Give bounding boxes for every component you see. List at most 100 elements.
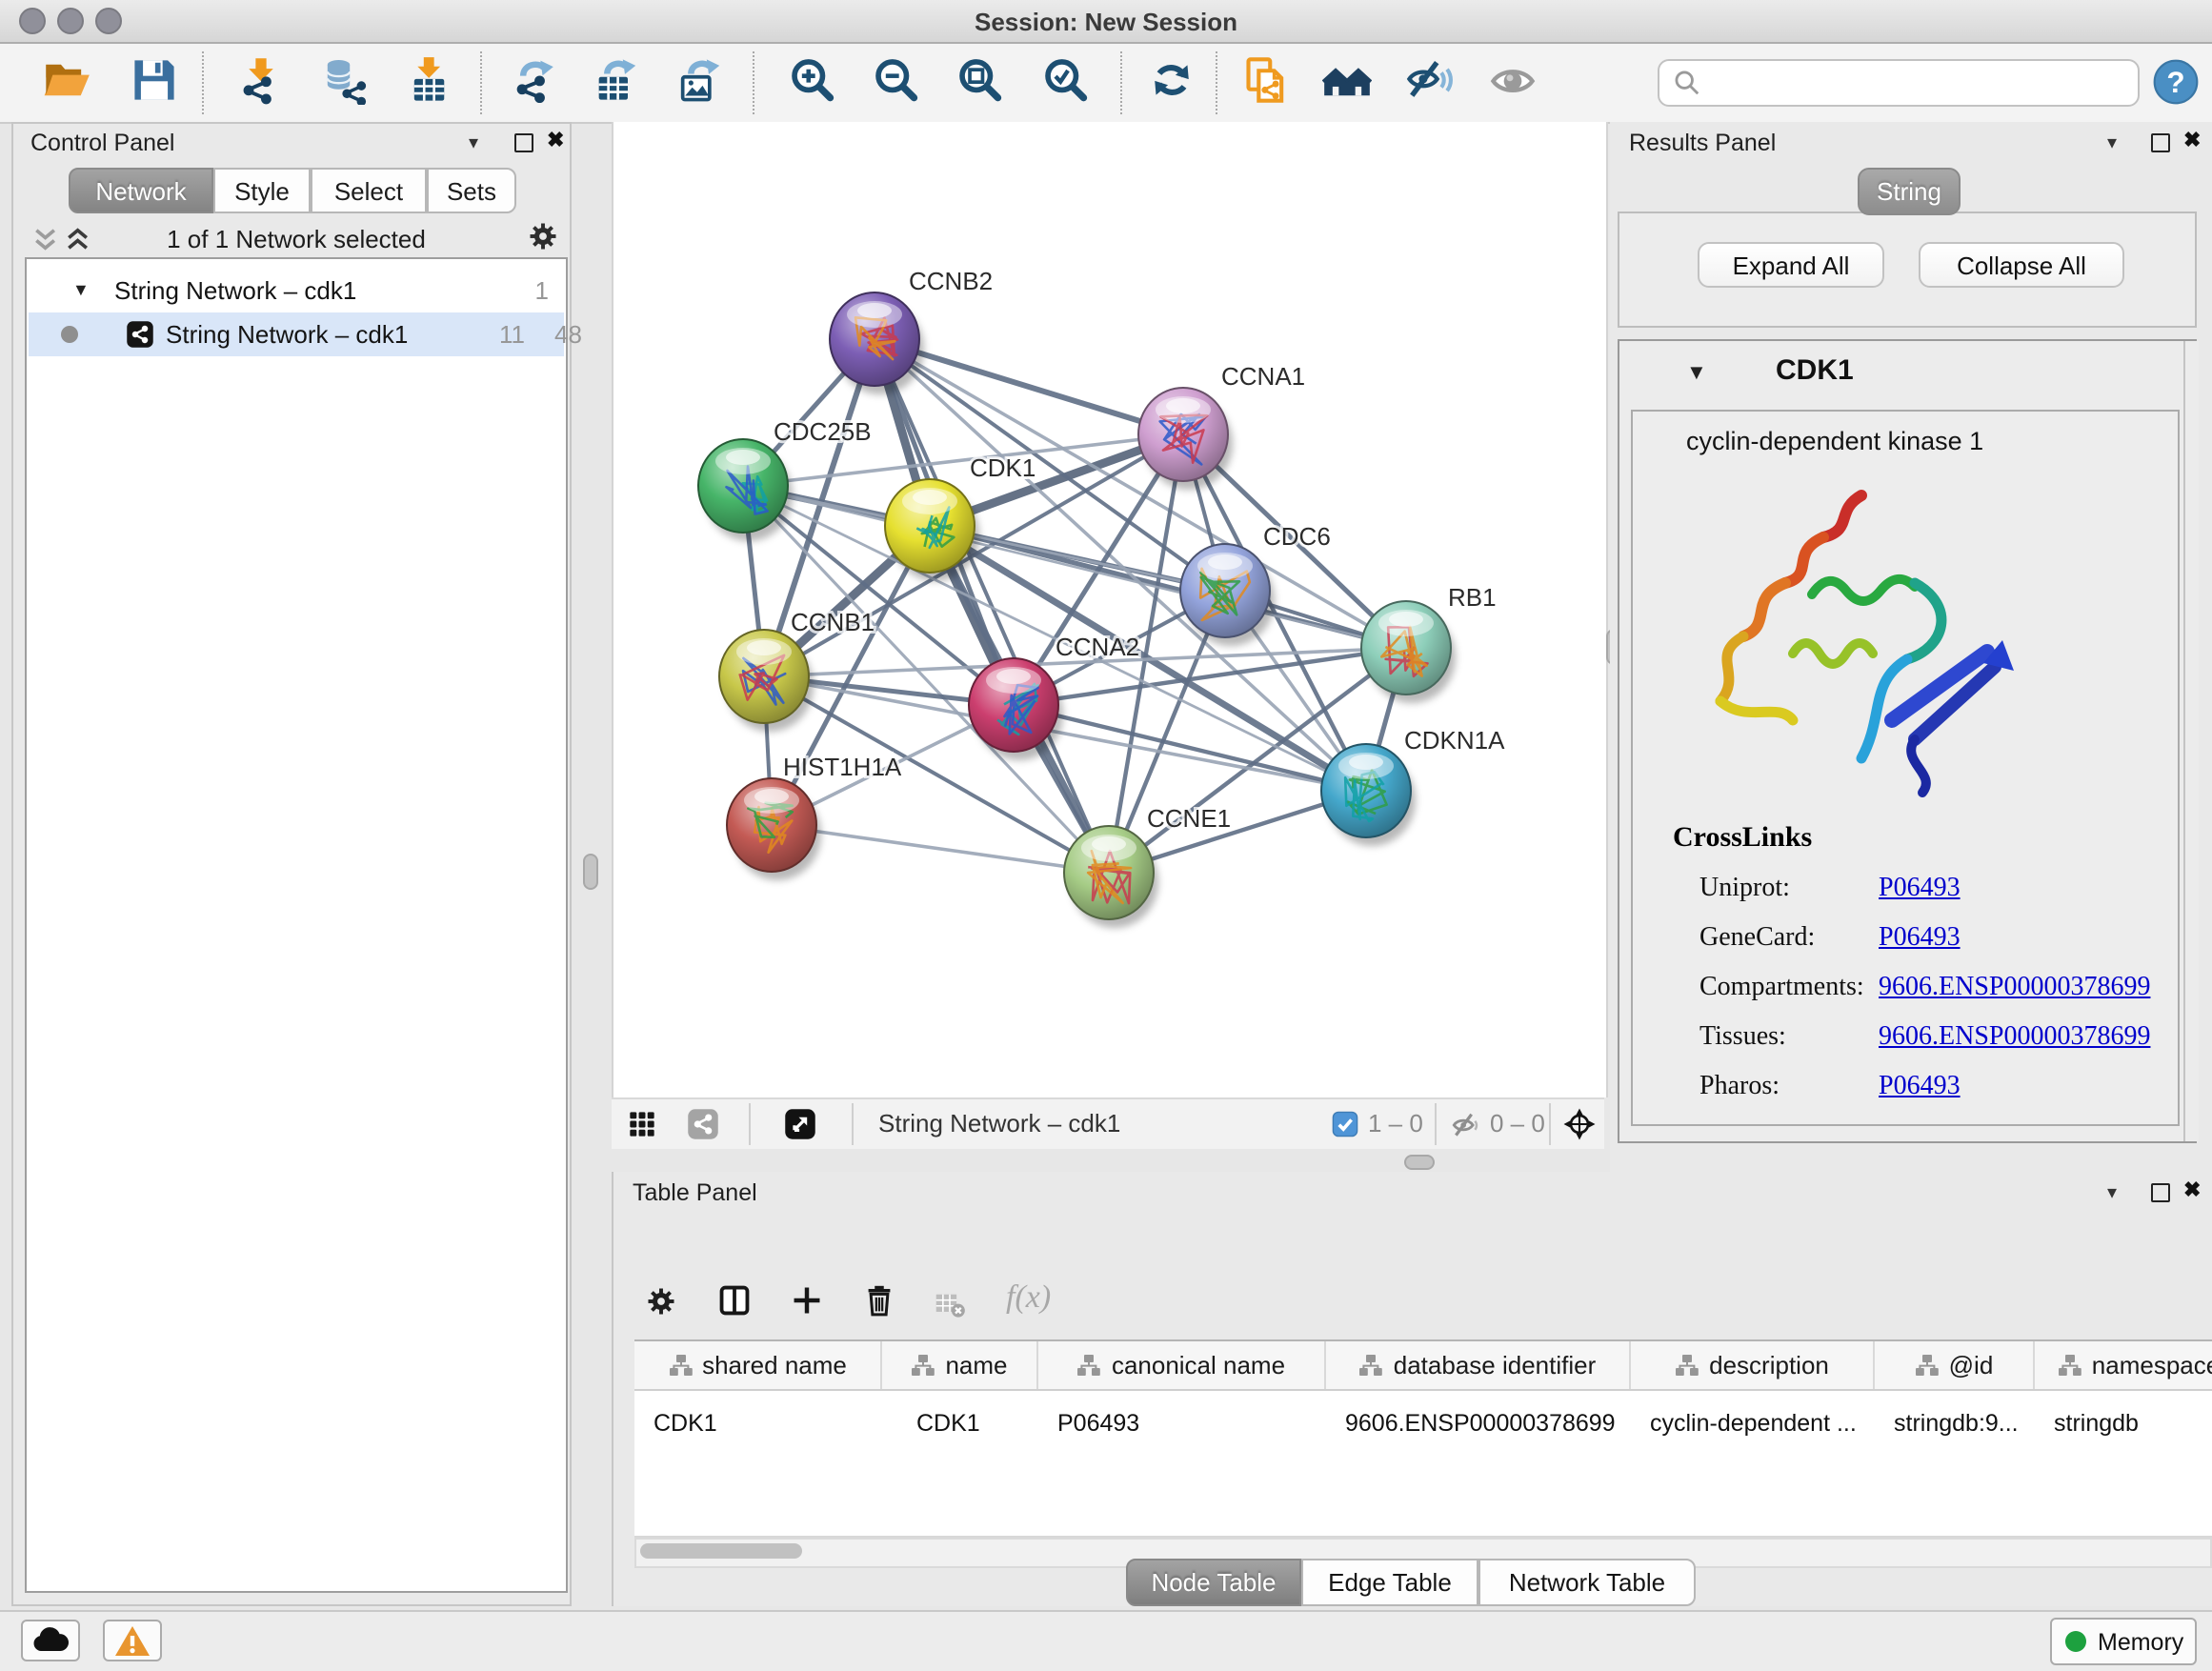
network-node[interactable]: CCNB2 — [830, 267, 993, 394]
network-node[interactable]: CDC25B — [698, 417, 872, 541]
table-column-header[interactable]: namespace — [2035, 1341, 2212, 1389]
memory-button[interactable]: Memory — [2050, 1618, 2197, 1665]
delete-column-trash-icon[interactable] — [861, 1282, 897, 1328]
network-view-share-icon[interactable] — [686, 1107, 720, 1151]
tab-sets[interactable]: Sets — [427, 168, 516, 213]
refresh-view-button[interactable] — [1145, 55, 1198, 109]
network-node[interactable]: CDK1 — [885, 453, 1036, 581]
cloud-button[interactable] — [21, 1620, 80, 1661]
network-tree-child-row[interactable]: String Network – cdk1 11 48 — [29, 312, 564, 356]
save-session-button[interactable] — [128, 55, 181, 109]
open-session-button[interactable] — [40, 55, 93, 109]
zoom-out-button[interactable] — [869, 55, 922, 109]
tab-node-table[interactable]: Node Table — [1126, 1559, 1301, 1606]
toolbar-separator — [1216, 51, 1217, 114]
grid-view-icon[interactable] — [627, 1109, 657, 1149]
control-panel-close-icon[interactable]: ✖ — [547, 131, 564, 152]
export-image-button[interactable] — [673, 55, 726, 109]
expand-all-button[interactable]: Expand All — [1698, 242, 1884, 288]
svg-text:?: ? — [2166, 66, 2184, 99]
results-scrollbar[interactable] — [2183, 341, 2199, 1141]
network-edge[interactable] — [772, 825, 1109, 873]
table-column-header[interactable]: database identifier — [1326, 1341, 1631, 1389]
table-column-header[interactable]: name — [882, 1341, 1038, 1389]
gene-section: ▼ CDK1 cyclin-dependent kinase 1 — [1618, 339, 2197, 1143]
table-column-header[interactable]: description — [1631, 1341, 1875, 1389]
warning-button[interactable] — [103, 1620, 162, 1661]
table-settings-gear-icon[interactable] — [644, 1284, 678, 1328]
table-panel-close-icon[interactable]: ✖ — [2183, 1181, 2201, 1202]
memory-label: Memory — [2098, 1629, 2183, 1656]
hide-selection-button[interactable] — [1402, 55, 1456, 109]
network-node[interactable]: CCNE1 — [1064, 804, 1231, 928]
open-view-icon[interactable] — [783, 1107, 817, 1151]
crosslink-value-link[interactable]: P06493 — [1879, 924, 1961, 955]
show-home-button[interactable] — [1320, 55, 1374, 109]
gene-description: cyclin-dependent kinase 1 — [1686, 427, 1983, 455]
results-panel-close-icon[interactable]: ✖ — [2183, 131, 2201, 152]
left-splitter-handle[interactable] — [583, 854, 598, 890]
results-panel-collapse-icon[interactable]: ▾ — [2107, 135, 2117, 154]
search-icon — [1673, 69, 1701, 107]
zoom-in-icon — [787, 82, 836, 111]
zoom-in-button[interactable] — [785, 55, 838, 109]
table-column-header[interactable]: @id — [1875, 1341, 2035, 1389]
bottom-splitter-handle[interactable] — [1404, 1155, 1435, 1170]
table-column-header[interactable]: shared name — [634, 1341, 882, 1389]
table-row[interactable]: CDK1CDK1P064939606.ENSP00000378699cyclin… — [634, 1391, 2212, 1454]
network-node[interactable]: RB1 — [1361, 583, 1497, 703]
main-toolbar: ? — [0, 44, 2212, 124]
help-button[interactable]: ? — [2149, 57, 2202, 111]
results-tab-string[interactable]: String — [1858, 168, 1961, 215]
zoom-selected-button[interactable] — [1038, 55, 1092, 109]
crosslink-row: Compartments:9606.ENSP00000378699 — [1633, 968, 2182, 1017]
table-column-header[interactable]: canonical name — [1038, 1341, 1326, 1389]
network-graph[interactable]: CCNB2CCNA1CDC25BCDK1CDC6RB1CCNB1CCNA2CDK… — [613, 122, 1606, 1097]
import-network-database-button[interactable] — [318, 55, 372, 109]
selected-checkbox-icon[interactable] — [1332, 1111, 1358, 1147]
birds-eye-view-icon[interactable] — [1562, 1107, 1597, 1151]
network-tree-root-row[interactable]: ▼ String Network – cdk1 1 — [29, 271, 564, 312]
table-cell: P06493 — [1038, 1391, 1326, 1454]
column-type-icon — [1359, 1353, 1384, 1378]
export-table-button[interactable] — [589, 55, 642, 109]
tab-style[interactable]: Style — [213, 168, 311, 213]
tab-network-table[interactable]: Network Table — [1478, 1559, 1696, 1606]
zoom-fit-button[interactable] — [953, 55, 1006, 109]
import-network-file-button[interactable] — [234, 55, 288, 109]
show-columns-icon[interactable] — [716, 1282, 753, 1328]
clone-document-icon — [1242, 82, 1292, 111]
network-canvas[interactable]: CCNB2CCNA1CDC25BCDK1CDC6RB1CCNB1CCNA2CDK… — [612, 122, 1608, 1097]
tab-network[interactable]: Network — [69, 168, 213, 213]
show-all-button[interactable] — [1486, 55, 1539, 109]
crosslink-value-link[interactable]: P06493 — [1879, 875, 1961, 905]
crosslink-value-link[interactable]: P06493 — [1879, 1073, 1961, 1103]
crosslink-value-link[interactable]: 9606.ENSP00000378699 — [1879, 974, 2150, 1004]
network-node[interactable]: CDC6 — [1180, 522, 1331, 646]
table-panel-float-icon[interactable] — [2151, 1183, 2170, 1202]
import-table-button[interactable] — [402, 55, 455, 109]
search-input[interactable] — [1709, 65, 2132, 101]
tab-edge-table[interactable]: Edge Table — [1301, 1559, 1478, 1606]
network-node[interactable]: CCNA1 — [1138, 362, 1305, 490]
column-type-icon — [2058, 1353, 2082, 1378]
open-folder-icon — [42, 82, 91, 111]
network-node[interactable]: CDKN1A — [1321, 726, 1505, 846]
help-icon: ? — [2151, 84, 2201, 112]
export-network-button[interactable] — [507, 55, 560, 109]
tree-collapse-icon[interactable]: ▼ — [72, 280, 90, 299]
control-panel-float-icon[interactable] — [514, 133, 533, 152]
network-view-toolbar: String Network – cdk1 1 – 0 0 – 0 — [612, 1097, 1604, 1149]
crosslink-value-link[interactable]: 9606.ENSP00000378699 — [1879, 1023, 2150, 1054]
control-panel-collapse-icon[interactable]: ▾ — [469, 135, 478, 154]
scrollbar-thumb[interactable] — [640, 1543, 802, 1559]
network-node[interactable]: HIST1H1A — [727, 753, 902, 880]
table-panel-collapse-icon[interactable]: ▾ — [2107, 1185, 2117, 1204]
add-column-icon[interactable] — [789, 1282, 825, 1328]
clone-network-button[interactable] — [1240, 55, 1294, 109]
results-panel-float-icon[interactable] — [2151, 133, 2170, 152]
network-export-icon — [509, 82, 558, 111]
tab-select[interactable]: Select — [311, 168, 427, 213]
gene-section-collapse-icon[interactable]: ▼ — [1686, 362, 1707, 385]
collapse-all-button[interactable]: Collapse All — [1919, 242, 2124, 288]
